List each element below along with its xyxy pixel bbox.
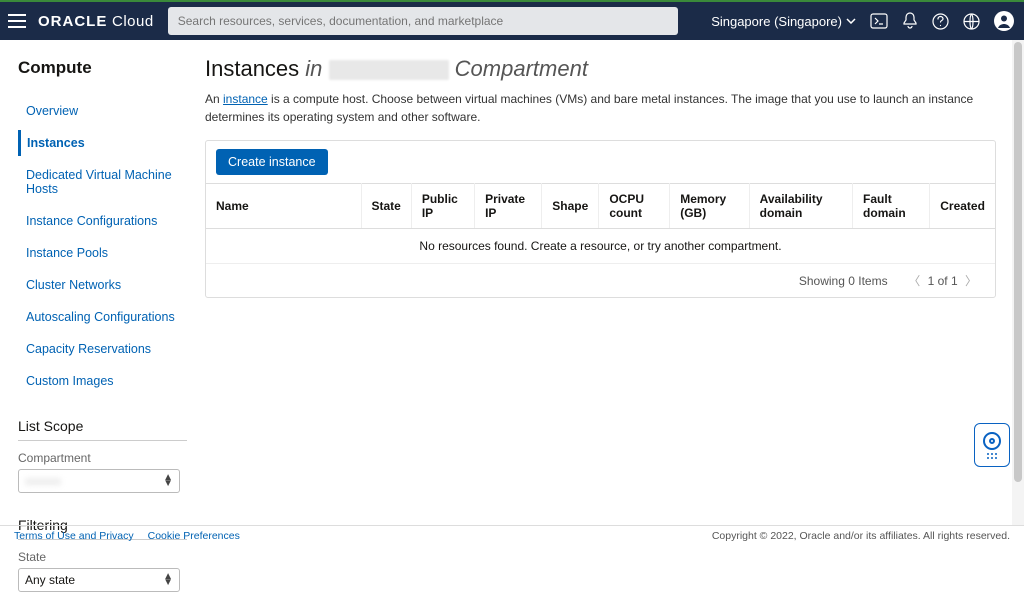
nav-item-instance-pools[interactable]: Instance Pools	[18, 240, 187, 266]
compartment-select[interactable]: xxxxxx ▲▼	[18, 469, 180, 493]
nav-item-capacity-res[interactable]: Capacity Reservations	[18, 336, 187, 362]
col-state[interactable]: State	[361, 184, 411, 229]
nav-item-instances[interactable]: Instances	[18, 130, 187, 156]
main-content: Instances in Compartment An instance is …	[205, 40, 1024, 525]
scroll-thumb[interactable]	[1014, 42, 1022, 482]
state-select[interactable]: Any state ▲▼	[18, 568, 180, 592]
profile-icon[interactable]	[994, 11, 1014, 31]
footer-copyright: Copyright © 2022, Oracle and/or its affi…	[712, 530, 1010, 542]
state-label: State	[18, 550, 187, 564]
chevron-updown-icon: ▲▼	[163, 475, 173, 487]
lifebuoy-icon	[983, 432, 1001, 450]
desc-suffix: is a compute host. Choose between virtua…	[205, 92, 973, 124]
nav-item-instance-configs[interactable]: Instance Configurations	[18, 208, 187, 234]
panel-toolbar: Create instance	[206, 141, 995, 183]
footer-terms-link[interactable]: Terms of Use and Privacy	[14, 530, 134, 542]
region-label: Singapore (Singapore)	[711, 14, 842, 29]
scrollbar[interactable]	[1012, 40, 1024, 525]
globe-icon[interactable]	[963, 13, 980, 30]
col-created[interactable]: Created	[930, 184, 995, 229]
pager-text: Showing 0 Items	[799, 274, 888, 288]
chevron-down-icon	[846, 18, 856, 24]
empty-message: No resources found. Create a resource, o…	[206, 229, 995, 264]
title-main: Instances	[205, 56, 299, 81]
sidebar: Compute Overview Instances Dedicated Vir…	[0, 40, 205, 525]
compartment-label: Compartment	[18, 451, 187, 465]
nav-item-overview[interactable]: Overview	[18, 98, 187, 124]
col-ad[interactable]: Availability domain	[749, 184, 852, 229]
list-scope-heading: List Scope	[18, 418, 187, 441]
pager-range: 1 of 1	[928, 274, 958, 288]
page-description: An instance is a compute host. Choose be…	[205, 90, 996, 126]
hamburger-menu-icon[interactable]	[8, 14, 26, 28]
help-icon[interactable]	[932, 13, 949, 30]
col-shape[interactable]: Shape	[542, 184, 599, 229]
footer-cookie-link[interactable]: Cookie Preferences	[148, 530, 240, 542]
nav-item-custom-images[interactable]: Custom Images	[18, 368, 187, 394]
pager: Showing 0 Items 〈 1 of 1 〉	[206, 264, 995, 298]
footer: Terms of Use and Privacy Cookie Preferen…	[0, 525, 1024, 545]
topbar: ORACLE Cloud Singapore (Singapore)	[0, 0, 1024, 40]
sidebar-title: Compute	[18, 58, 187, 78]
pager-next-icon[interactable]: 〉	[965, 274, 977, 288]
instances-panel: Create instance Name State Public IP Pri…	[205, 140, 996, 298]
compartment-value: xxxxxx	[25, 474, 61, 488]
brand-bold: ORACLE	[38, 13, 107, 30]
pager-prev-icon[interactable]: 〈	[908, 274, 920, 288]
nav-list: Overview Instances Dedicated Virtual Mac…	[18, 98, 187, 394]
chevron-updown-icon: ▲▼	[163, 574, 173, 586]
region-selector[interactable]: Singapore (Singapore)	[711, 14, 856, 29]
instances-table: Name State Public IP Private IP Shape OC…	[206, 183, 995, 297]
search-input[interactable]	[168, 7, 678, 35]
redacted-compartment-name	[329, 60, 449, 80]
topbar-right: Singapore (Singapore)	[711, 11, 1014, 31]
help-floating-button[interactable]	[974, 423, 1010, 467]
state-value: Any state	[25, 573, 75, 587]
nav-item-autoscaling[interactable]: Autoscaling Configurations	[18, 304, 187, 330]
desc-prefix: An	[205, 92, 223, 106]
cloud-shell-icon[interactable]	[870, 13, 888, 29]
col-name[interactable]: Name	[206, 184, 361, 229]
page-title: Instances in Compartment	[205, 56, 996, 82]
create-instance-button[interactable]: Create instance	[216, 149, 328, 175]
title-compartment: Compartment	[455, 56, 588, 81]
col-ocpu[interactable]: OCPU count	[599, 184, 670, 229]
nav-item-dedicated-hosts[interactable]: Dedicated Virtual Machine Hosts	[18, 162, 187, 202]
drag-handle-icon	[987, 453, 997, 459]
title-in: in	[305, 56, 322, 81]
instance-link[interactable]: instance	[223, 92, 268, 106]
notifications-icon[interactable]	[902, 12, 918, 30]
nav-item-cluster-networks[interactable]: Cluster Networks	[18, 272, 187, 298]
col-memory[interactable]: Memory (GB)	[670, 184, 749, 229]
col-private-ip[interactable]: Private IP	[475, 184, 542, 229]
col-fd[interactable]: Fault domain	[853, 184, 930, 229]
brand-light: Cloud	[112, 13, 154, 30]
brand-logo: ORACLE Cloud	[38, 13, 154, 30]
col-public-ip[interactable]: Public IP	[411, 184, 474, 229]
